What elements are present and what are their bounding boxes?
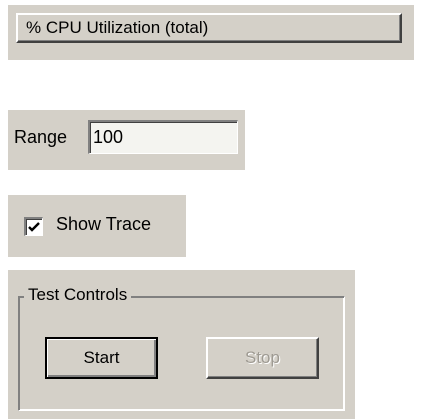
checkmark-icon: [28, 222, 40, 232]
range-label: Range: [14, 127, 68, 147]
range-panel: Range: [8, 110, 245, 170]
test-controls-panel: Test Controls Start Stop: [8, 270, 355, 419]
start-button[interactable]: Start: [45, 337, 158, 379]
counter-selector-button[interactable]: % CPU Utilization (total): [16, 13, 402, 43]
test-controls-title: Test Controls: [24, 285, 132, 305]
stop-button[interactable]: Stop: [206, 337, 319, 379]
counter-panel: % CPU Utilization (total): [8, 5, 414, 60]
show-trace-checkbox[interactable]: [24, 217, 43, 236]
show-trace-label[interactable]: Show Trace: [56, 214, 151, 235]
show-trace-panel: Show Trace: [8, 195, 186, 257]
range-input[interactable]: [88, 120, 238, 154]
